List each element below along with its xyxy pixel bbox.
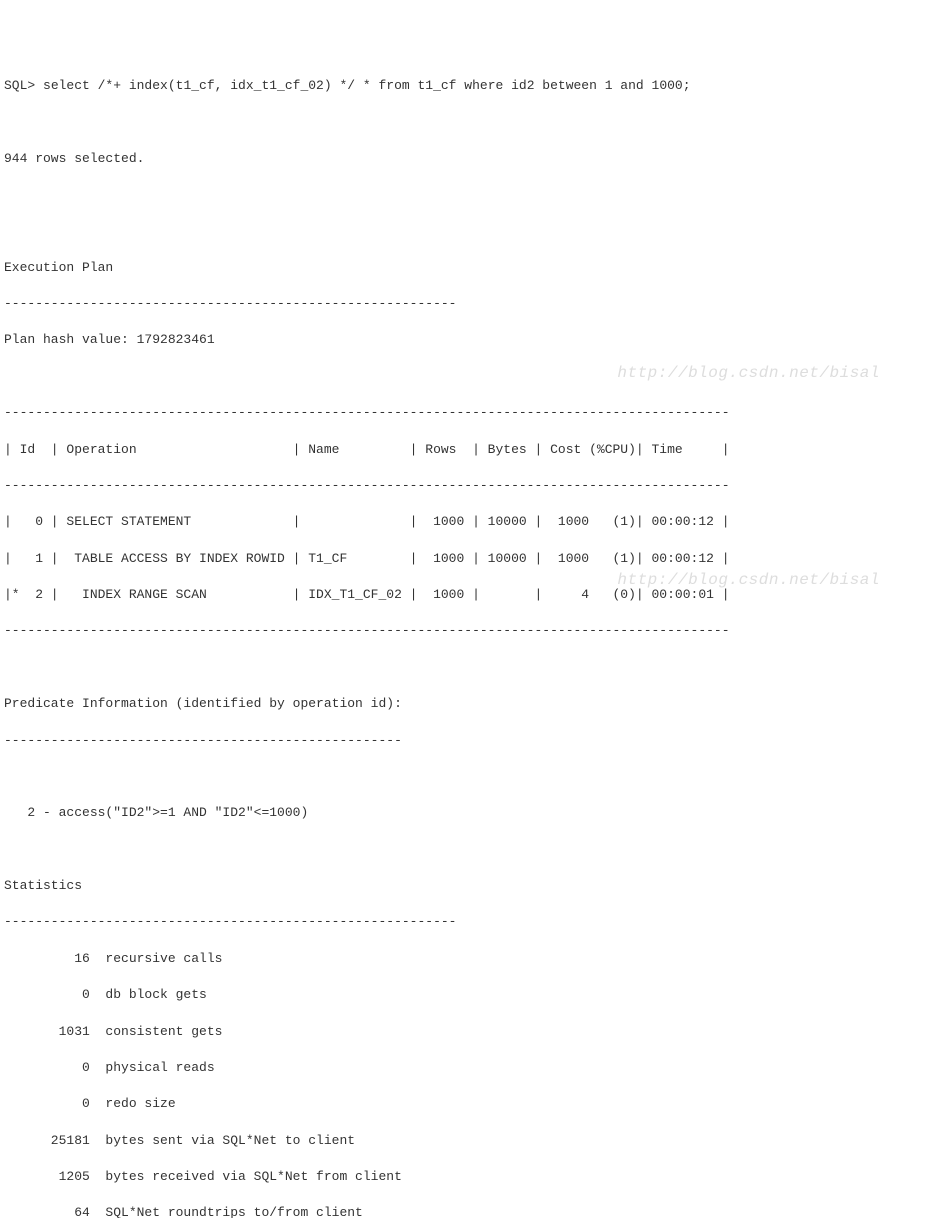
stats-row: 1205 bytes received via SQL*Net from cli… <box>4 1168 921 1186</box>
execplan-sep: ----------------------------------------… <box>4 295 921 313</box>
stats-row: 0 db block gets <box>4 986 921 1004</box>
plan-hash-value: 1792823461 <box>137 332 215 347</box>
plan-table-sep: ----------------------------------------… <box>4 622 921 640</box>
blank-line <box>4 186 921 204</box>
stats-row: 0 redo size <box>4 1095 921 1113</box>
stats-row: 25181 bytes sent via SQL*Net to client <box>4 1132 921 1150</box>
stats-row: 1031 consistent gets <box>4 1023 921 1041</box>
rows-selected: 944 rows selected. <box>4 150 921 168</box>
predicate-sep: ----------------------------------------… <box>4 732 921 750</box>
plan-hash-label: Plan hash value: <box>4 332 137 347</box>
stats-title: Statistics <box>4 877 921 895</box>
blank-line <box>4 659 921 677</box>
plan-row: | 0 | SELECT STATEMENT | | 1000 | 10000 … <box>4 513 921 531</box>
plan-table-header: | Id | Operation | Name | Rows | Bytes |… <box>4 441 921 459</box>
plan-table-sep: ----------------------------------------… <box>4 477 921 495</box>
blank-line <box>4 368 921 386</box>
plan-table-sep: ----------------------------------------… <box>4 404 921 422</box>
blank-line <box>4 768 921 786</box>
sql-query: select /*+ index(t1_cf, idx_t1_cf_02) */… <box>43 78 691 93</box>
sql-prompt: SQL> <box>4 78 43 93</box>
stats-row: 0 physical reads <box>4 1059 921 1077</box>
plan-row: |* 2 | INDEX RANGE SCAN | IDX_T1_CF_02 |… <box>4 586 921 604</box>
plan-row: | 1 | TABLE ACCESS BY INDEX ROWID | T1_C… <box>4 550 921 568</box>
plan-hash: Plan hash value: 1792823461 <box>4 331 921 349</box>
predicate-title: Predicate Information (identified by ope… <box>4 695 921 713</box>
blank-line <box>4 841 921 859</box>
blank-line <box>4 222 921 240</box>
sql-line: SQL> select /*+ index(t1_cf, idx_t1_cf_0… <box>4 77 921 95</box>
stats-sep: ----------------------------------------… <box>4 913 921 931</box>
execplan-title: Execution Plan <box>4 259 921 277</box>
stats-row: 64 SQL*Net roundtrips to/from client <box>4 1204 921 1218</box>
stats-row: 16 recursive calls <box>4 950 921 968</box>
blank-line <box>4 113 921 131</box>
predicate-line: 2 - access("ID2">=1 AND "ID2"<=1000) <box>4 804 921 822</box>
